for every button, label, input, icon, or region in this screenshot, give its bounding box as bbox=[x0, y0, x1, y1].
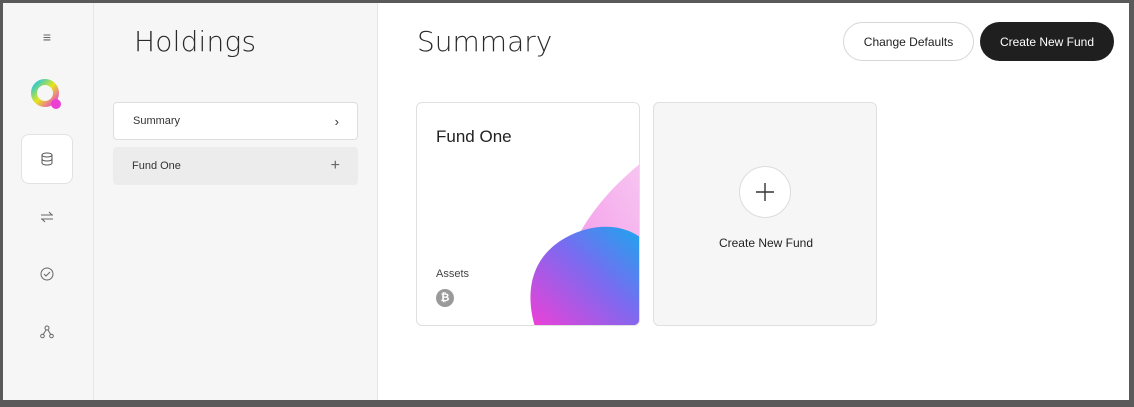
app-window: ≡ Holdings Summary › Fund One + Summary … bbox=[3, 3, 1129, 400]
plus-icon bbox=[756, 183, 774, 201]
fund-decoration bbox=[530, 164, 639, 325]
holdings-title: Holdings bbox=[134, 25, 257, 58]
holdings-item-label: Summary bbox=[133, 115, 181, 127]
main-content: Summary Change Defaults Create New Fund … bbox=[379, 3, 1129, 400]
create-new-fund-button[interactable]: Create New Fund bbox=[980, 22, 1114, 61]
plus-icon[interactable]: + bbox=[331, 157, 340, 175]
nav-holdings-button[interactable] bbox=[21, 134, 73, 184]
nav-approvals-button[interactable] bbox=[21, 249, 73, 299]
transfer-icon bbox=[41, 211, 53, 223]
check-circle-icon bbox=[40, 267, 54, 281]
create-fund-label: Create New Fund bbox=[718, 236, 814, 250]
add-fund-button[interactable] bbox=[739, 166, 791, 218]
chevron-right-icon: › bbox=[334, 113, 339, 129]
change-defaults-button[interactable]: Change Defaults bbox=[843, 22, 974, 61]
holdings-item-label: Fund One bbox=[132, 160, 181, 172]
nav-network-button[interactable] bbox=[21, 307, 73, 357]
page-title: Summary bbox=[417, 25, 553, 58]
holdings-item-fund-one[interactable]: Fund One + bbox=[113, 147, 358, 185]
fund-card[interactable]: Fund One Assets ₿ bbox=[416, 102, 640, 326]
create-fund-card[interactable]: Create New Fund bbox=[653, 102, 877, 326]
database-icon bbox=[41, 152, 53, 166]
menu-icon[interactable]: ≡ bbox=[39, 29, 55, 45]
nav-transfers-button[interactable] bbox=[21, 192, 73, 242]
app-logo[interactable] bbox=[30, 78, 64, 112]
holdings-item-summary[interactable]: Summary › bbox=[113, 102, 358, 140]
fund-name: Fund One bbox=[436, 127, 512, 146]
network-icon bbox=[40, 325, 54, 339]
icon-rail: ≡ bbox=[3, 3, 94, 400]
holdings-panel: Holdings Summary › Fund One + bbox=[94, 3, 378, 400]
assets-label: Assets bbox=[436, 268, 470, 280]
bitcoin-icon: ₿ bbox=[436, 289, 454, 307]
